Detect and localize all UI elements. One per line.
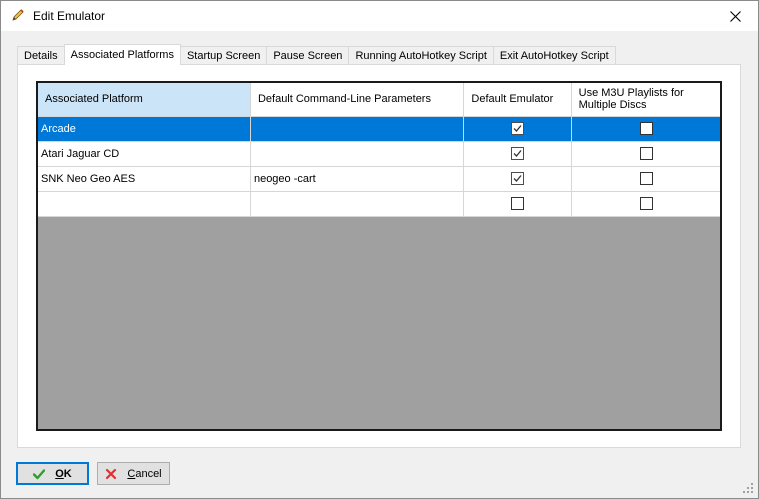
default-emulator-checkbox[interactable] (511, 147, 525, 160)
associated-platforms-panel: Associated Platform Default Command-Line… (17, 64, 741, 448)
use-m3u-checkbox[interactable] (639, 147, 653, 160)
default-emulator-cell (463, 141, 572, 167)
header-row: Associated Platform Default Command-Line… (38, 83, 720, 117)
x-icon (105, 468, 117, 480)
platform-cell[interactable]: Arcade (38, 116, 251, 142)
tab-pause-screen[interactable]: Pause Screen (266, 46, 350, 65)
tab-bar: Details Associated Platforms Startup Scr… (17, 44, 616, 65)
default-emulator-checkbox[interactable] (511, 172, 525, 185)
column-header-use-m3u-playlists[interactable]: Use M3U Playlists for Multiple Discs (571, 83, 720, 117)
close-icon (729, 10, 741, 22)
tab-associated-platforms[interactable]: Associated Platforms (63, 44, 181, 65)
use-m3u-cell (571, 191, 720, 217)
table-row[interactable]: SNK Neo Geo AES neogeo -cart (38, 166, 720, 192)
tab-startup-screen[interactable]: Startup Screen (179, 46, 268, 65)
platform-cell[interactable] (38, 191, 251, 217)
table-row[interactable]: Arcade (38, 116, 720, 142)
cancel-button-label: Cancel (127, 467, 162, 480)
use-m3u-cell (571, 141, 720, 167)
window-title: Edit Emulator (33, 9, 106, 23)
default-emulator-cell (463, 166, 572, 192)
default-emulator-cell (463, 116, 572, 142)
command-line-params-cell[interactable]: neogeo -cart (250, 166, 465, 192)
table-row[interactable]: Atari Jaguar CD (38, 141, 720, 167)
column-header-associated-platform[interactable]: Associated Platform (38, 83, 251, 117)
grid-body: Arcade Atari Jaguar CD SNK Neo Geo AES neog… (38, 116, 720, 217)
resize-grip-icon[interactable] (742, 482, 754, 494)
close-button[interactable] (712, 1, 758, 31)
tab-running-autohotkey-script[interactable]: Running AutoHotkey Script (348, 46, 494, 65)
use-m3u-checkbox[interactable] (639, 172, 653, 185)
checkmark-icon (33, 468, 46, 480)
ok-button[interactable]: OK (16, 462, 89, 485)
command-line-params-cell[interactable] (250, 141, 465, 167)
ok-button-label: OK (55, 467, 72, 480)
platforms-grid[interactable]: Associated Platform Default Command-Line… (36, 81, 722, 431)
use-m3u-cell (571, 116, 720, 142)
cancel-button[interactable]: Cancel (97, 462, 170, 485)
use-m3u-cell (571, 166, 720, 192)
edit-emulator-dialog: Edit Emulator Details Associated Platfor… (0, 0, 759, 499)
default-emulator-cell (463, 191, 572, 217)
title-bar: Edit Emulator (1, 1, 758, 31)
default-emulator-checkbox[interactable] (511, 197, 525, 210)
command-line-params-cell[interactable] (250, 191, 465, 217)
platform-cell[interactable]: Atari Jaguar CD (38, 141, 251, 167)
table-row[interactable] (38, 191, 720, 217)
command-line-params-cell[interactable] (250, 116, 465, 142)
tab-details[interactable]: Details (17, 46, 65, 65)
default-emulator-checkbox[interactable] (511, 122, 525, 135)
platform-cell[interactable]: SNK Neo Geo AES (38, 166, 251, 192)
pencil-icon (11, 8, 25, 22)
column-header-default-command-line-parameters[interactable]: Default Command-Line Parameters (250, 83, 465, 117)
platforms-table: Associated Platform Default Command-Line… (38, 83, 720, 217)
column-header-default-emulator[interactable]: Default Emulator (463, 83, 572, 117)
use-m3u-checkbox[interactable] (639, 122, 653, 135)
tab-exit-autohotkey-script[interactable]: Exit AutoHotkey Script (492, 46, 616, 65)
use-m3u-checkbox[interactable] (639, 197, 653, 210)
